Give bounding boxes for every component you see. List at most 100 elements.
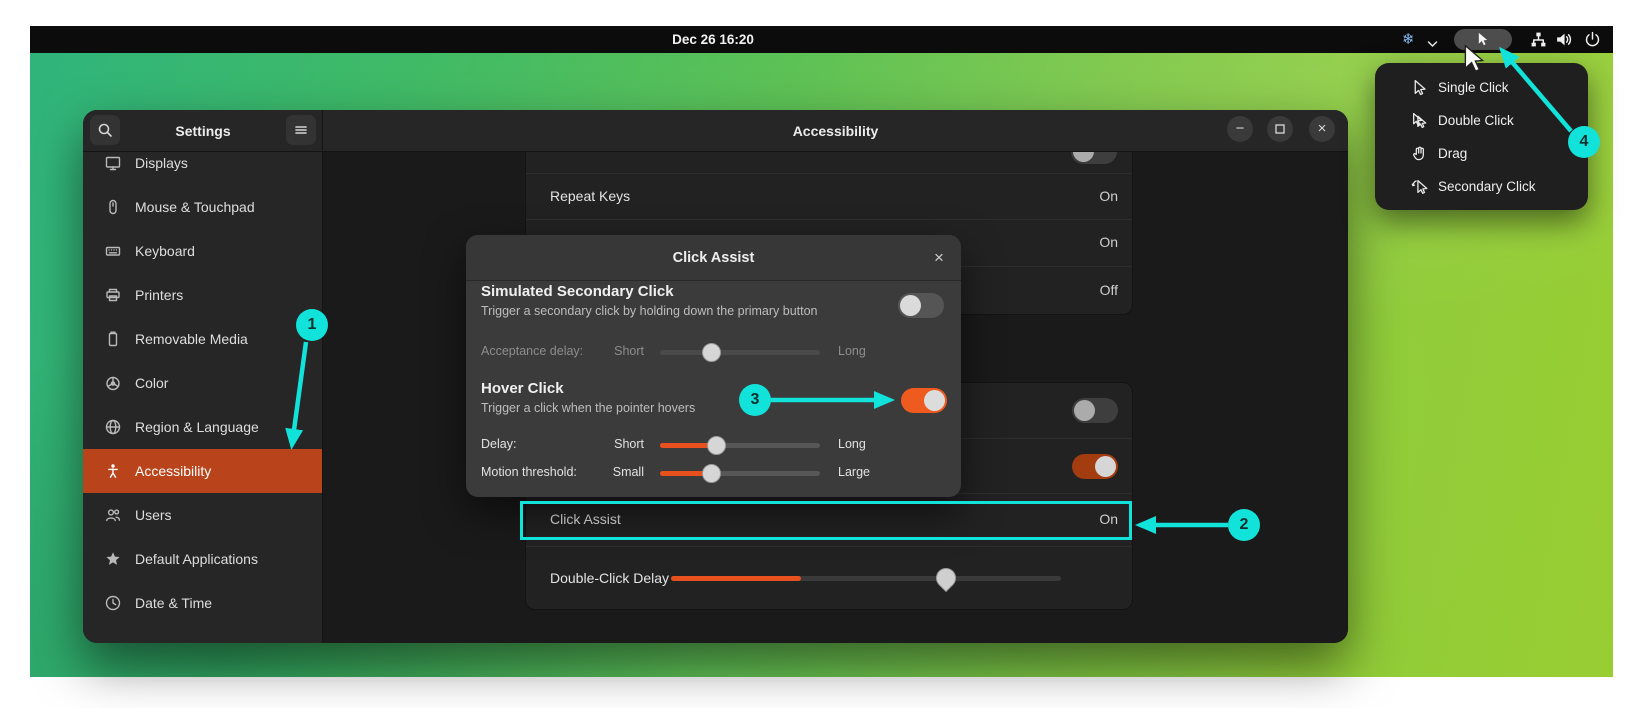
keyboard-icon	[105, 243, 121, 259]
sidebar-item-label: Default Applications	[135, 551, 258, 567]
sidebar-item-region-language[interactable]: Region & Language	[83, 405, 322, 449]
simulated-secondary-click-subtitle: Trigger a secondary click by holding dow…	[481, 304, 818, 318]
single-click-cursor-icon	[1411, 79, 1428, 96]
delay-slider-handle[interactable]	[707, 436, 726, 455]
motion-threshold-label: Motion threshold:	[481, 465, 577, 479]
mouse-pointer-icon	[1464, 44, 1485, 73]
delay-max-label: Long	[838, 437, 866, 451]
repeat-keys-label[interactable]: Repeat Keys	[550, 173, 630, 219]
hover-click-title: Hover Click	[481, 380, 564, 397]
double-click-cursor-icon	[1411, 112, 1428, 129]
clock[interactable]: Dec 26 16:20	[633, 26, 793, 53]
screenshot-frame: Dec 26 16:20 ❄ Settings Accessibility − …	[0, 0, 1643, 708]
sidebar-item-default-applications[interactable]: Default Applications	[83, 537, 322, 581]
display-icon	[105, 155, 121, 171]
dialog-titlebar: Click Assist ×	[466, 235, 961, 281]
close-button[interactable]: ×	[1309, 116, 1335, 142]
users-icon	[105, 507, 121, 523]
sidebar-item-label: Mouse & Touchpad	[135, 199, 255, 215]
motion-threshold-min-label: Small	[612, 465, 644, 479]
double-click-delay-slider-handle[interactable]	[931, 563, 961, 593]
sidebar-item-label: Removable Media	[135, 331, 248, 347]
dialog-close-icon[interactable]: ×	[927, 246, 951, 270]
menu-button[interactable]	[286, 115, 316, 145]
volume-icon[interactable]	[1555, 31, 1572, 48]
delay-min-label: Short	[614, 437, 644, 451]
sidebar-item-removable-media[interactable]: Removable Media	[83, 317, 322, 361]
sidebar-item-label: Date & Time	[135, 595, 213, 611]
menu-item-secondary-click[interactable]: Secondary Click	[1385, 170, 1578, 203]
acceptance-delay-max-label: Long	[838, 344, 866, 358]
delay-label: Delay:	[481, 437, 517, 451]
double-click-delay-label: Double-Click Delay	[550, 570, 670, 586]
click-assist-dialog: Click Assist × Simulated Secondary Click…	[466, 235, 961, 497]
menu-item-label: Double Click	[1438, 113, 1514, 128]
acceptance-delay-min-label: Short	[614, 344, 644, 358]
motion-threshold-slider-handle[interactable]	[702, 464, 721, 483]
annotation-badge-2: 2	[1228, 509, 1260, 541]
sidebar-item-keyboard[interactable]: Keyboard	[83, 229, 322, 273]
annotation-badge-3: 3	[739, 384, 771, 416]
network-tree-icon[interactable]	[1530, 31, 1547, 48]
acceptance-delay-label: Acceptance delay:	[481, 344, 584, 358]
sidebar-item-color[interactable]: Color	[83, 361, 322, 405]
mouse-icon	[105, 199, 121, 215]
desktop: Dec 26 16:20 ❄ Settings Accessibility − …	[30, 26, 1613, 677]
sidebar-item-label: Region & Language	[135, 419, 259, 435]
dialog-title: Click Assist	[672, 250, 755, 266]
menu-item-drag[interactable]: Drag	[1385, 137, 1578, 170]
double-click-delay-slider[interactable]	[671, 563, 1061, 593]
minimize-button[interactable]: −	[1227, 116, 1253, 142]
acceptance-delay-slider[interactable]	[660, 343, 820, 362]
motion-threshold-max-label: Large	[838, 465, 870, 479]
sidebar-item-printers[interactable]: Printers	[83, 273, 322, 317]
snowflake-icon[interactable]: ❄	[1402, 30, 1415, 49]
power-icon[interactable]	[1584, 31, 1601, 48]
main-headerbar: Accessibility − ×	[323, 110, 1348, 152]
settings-window: Settings Accessibility − × Displays Mous…	[83, 110, 1348, 643]
removable-media-icon	[105, 331, 121, 347]
click-mode-menu: Single Click Double Click Drag Secondary…	[1375, 63, 1588, 210]
menu-item-label: Single Click	[1438, 80, 1509, 95]
annotation-badge-4: 4	[1568, 126, 1600, 158]
printer-icon	[105, 287, 121, 303]
annotation-highlight-rect	[520, 501, 1132, 540]
simulated-secondary-click-toggle[interactable]	[898, 293, 944, 318]
drag-hand-icon	[1411, 145, 1428, 162]
row-value: On	[1099, 234, 1118, 250]
sidebar-item-label: Color	[135, 375, 169, 391]
motion-threshold-slider[interactable]	[660, 464, 820, 483]
acceptance-delay-slider-handle[interactable]	[702, 343, 721, 362]
menu-item-single-click[interactable]: Single Click	[1385, 71, 1578, 104]
sidebar: Displays Mouse & Touchpad Keyboard Print…	[83, 152, 323, 643]
top-bar: Dec 26 16:20 ❄	[30, 26, 1613, 53]
simulated-secondary-click-title: Simulated Secondary Click	[481, 283, 674, 300]
star-icon	[105, 551, 121, 567]
locate-pointer-toggle[interactable]	[1072, 454, 1118, 479]
clock-icon	[105, 595, 121, 611]
sidebar-item-accessibility[interactable]: Accessibility	[83, 449, 322, 493]
sidebar-item-label: Keyboard	[135, 243, 195, 259]
color-icon	[105, 375, 121, 391]
mouse-keys-toggle[interactable]	[1072, 398, 1118, 423]
menu-item-label: Drag	[1438, 146, 1468, 161]
maximize-button[interactable]	[1267, 116, 1293, 142]
chevron-down-icon[interactable]	[1427, 35, 1438, 48]
menu-item-double-click[interactable]: Double Click	[1385, 104, 1578, 137]
delay-slider[interactable]	[660, 436, 820, 455]
sidebar-item-label: Printers	[135, 287, 184, 303]
sidebar-item-label: Displays	[135, 155, 188, 171]
sidebar-item-displays[interactable]: Displays	[83, 152, 322, 185]
annotation-badge-1: 1	[296, 309, 328, 341]
sidebar-item-date-time[interactable]: Date & Time	[83, 581, 322, 625]
menu-item-label: Secondary Click	[1438, 179, 1536, 194]
hamburger-icon	[295, 126, 307, 134]
sidebar-item-mouse-touchpad[interactable]: Mouse & Touchpad	[83, 185, 322, 229]
sidebar-item-users[interactable]: Users	[83, 493, 322, 537]
acceptance-delay-row: Acceptance delay: Short Long	[466, 340, 961, 364]
divider	[526, 219, 1132, 220]
hover-click-subtitle: Trigger a click when the pointer hovers	[481, 401, 696, 415]
clipped-toggle[interactable]	[1071, 152, 1117, 164]
sidebar-item-label: Accessibility	[135, 463, 212, 479]
hover-click-toggle[interactable]	[901, 388, 947, 413]
